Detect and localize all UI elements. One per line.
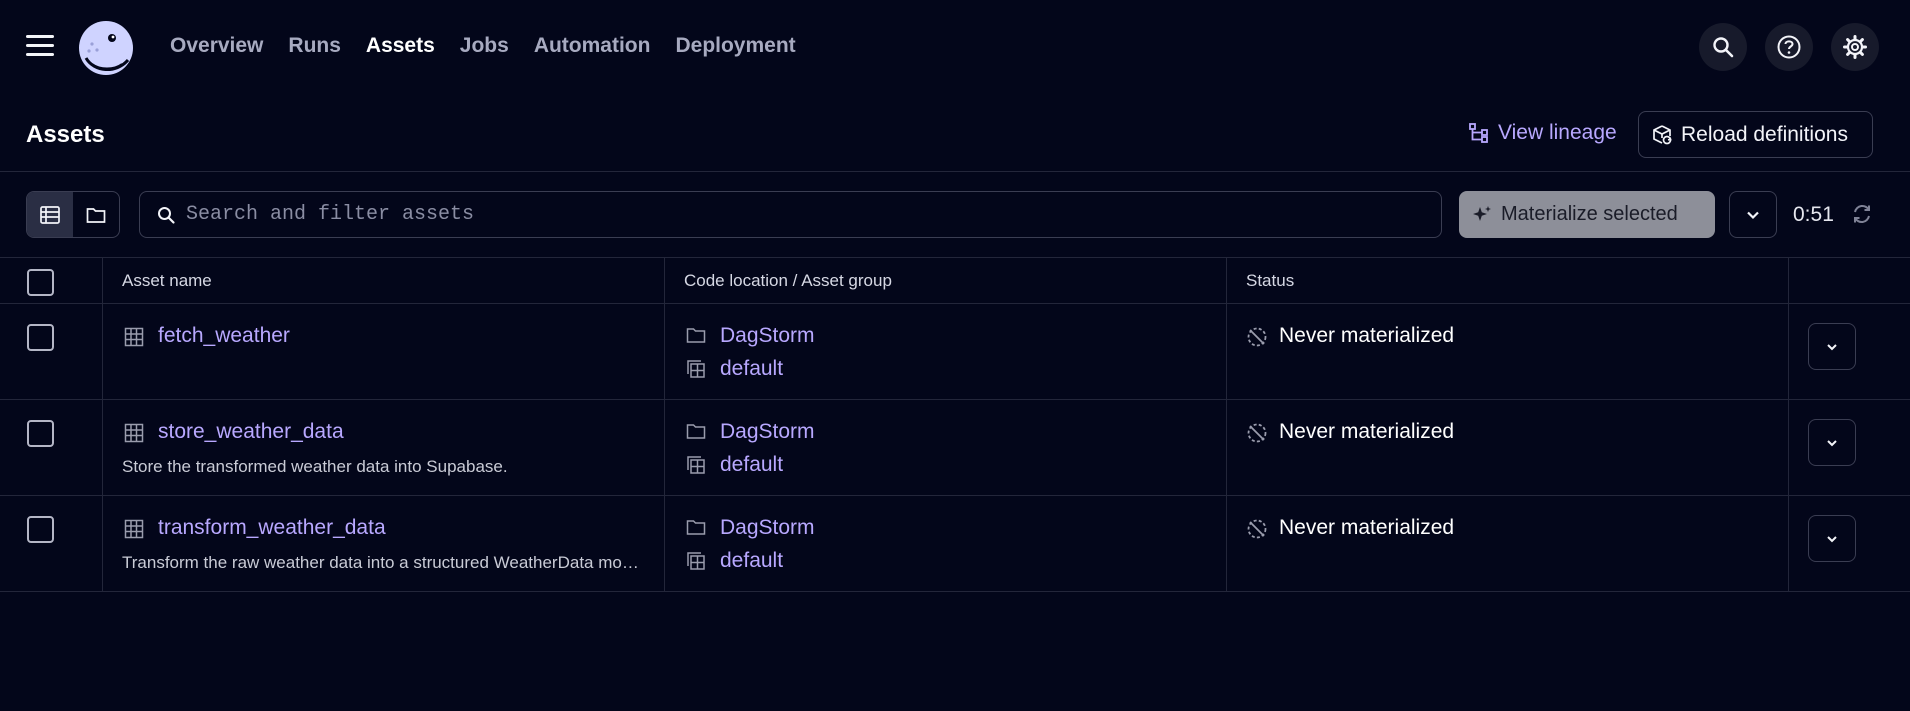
column-divider: [102, 257, 103, 592]
column-header-status[interactable]: Status: [1246, 271, 1294, 291]
search-icon: [158, 206, 175, 224]
folder-view-button[interactable]: [73, 192, 119, 237]
asset-description: Transform the raw weather data into a st…: [122, 553, 647, 572]
asset-name-link[interactable]: transform_weather_data: [158, 516, 386, 540]
never-materialized-icon: [1247, 327, 1267, 347]
reload-definitions-label: Reload definitions: [1681, 122, 1848, 146]
chevron-down-icon: [1827, 343, 1837, 350]
asset-group-icon: [687, 552, 705, 570]
never-materialized-icon: [1247, 519, 1267, 539]
code-location-link[interactable]: DagStorm: [720, 420, 815, 444]
dagster-logo[interactable]: [78, 20, 134, 76]
asset-group-link[interactable]: default: [720, 453, 783, 477]
table-icon: [124, 423, 144, 443]
table-icon: [124, 327, 144, 347]
settings-button[interactable]: [1831, 23, 1879, 71]
view-lineage-label: View lineage: [1498, 121, 1617, 144]
row-actions-button[interactable]: [1808, 323, 1856, 370]
reload-definitions-icon: [1653, 124, 1672, 144]
nav-automation[interactable]: Automation: [534, 34, 651, 58]
asset-group-icon: [687, 456, 705, 474]
row-divider: [0, 303, 1910, 304]
status-text: Never materialized: [1279, 324, 1455, 347]
folder-icon: [686, 424, 706, 439]
refresh-icon[interactable]: [1851, 203, 1873, 225]
column-header-code-location[interactable]: Code location / Asset group: [684, 271, 892, 291]
search-icon: [1713, 37, 1734, 58]
asset-name-link[interactable]: fetch_weather: [158, 324, 290, 348]
help-icon: [1777, 35, 1801, 59]
asset-description: Store the transformed weather data into …: [122, 457, 508, 476]
row-divider: [0, 399, 1910, 400]
status-text: Never materialized: [1279, 420, 1455, 443]
nav-jobs[interactable]: Jobs: [460, 34, 509, 58]
materialize-options-button[interactable]: [1729, 191, 1777, 238]
toolbar-divider: [0, 257, 1910, 258]
row-checkbox[interactable]: [27, 420, 54, 447]
asset-group-icon: [687, 360, 705, 378]
header-divider: [0, 171, 1910, 172]
help-button[interactable]: [1765, 23, 1813, 71]
chevron-down-icon: [1827, 439, 1837, 446]
row-checkbox[interactable]: [27, 324, 54, 351]
select-all-checkbox[interactable]: [27, 269, 54, 296]
refresh-timer: 0:51: [1793, 203, 1834, 226]
code-location-link[interactable]: DagStorm: [720, 516, 815, 540]
top-nav: Overview Runs Assets Jobs Automation Dep…: [0, 0, 1910, 94]
column-header-asset-name[interactable]: Asset name: [122, 271, 212, 291]
folder-icon: [686, 520, 706, 535]
chevron-down-icon: [1827, 535, 1837, 542]
code-location-link[interactable]: DagStorm: [720, 324, 815, 348]
nav-assets[interactable]: Assets: [366, 34, 435, 58]
main-nav: Overview Runs Assets Jobs Automation Dep…: [170, 34, 796, 58]
row-actions-button[interactable]: [1808, 515, 1856, 562]
column-divider: [1788, 257, 1789, 592]
row-checkbox[interactable]: [27, 516, 54, 543]
asset-group-link[interactable]: default: [720, 357, 783, 381]
table-icon: [124, 519, 144, 539]
page-title: Assets: [26, 121, 105, 148]
gear-icon: [1843, 35, 1867, 59]
row-divider: [0, 591, 1910, 592]
folder-icon: [86, 207, 106, 223]
never-materialized-icon: [1247, 423, 1267, 443]
view-lineage-link[interactable]: View lineage: [1468, 121, 1617, 145]
table-view-icon: [40, 205, 60, 224]
sparkle-icon: [1473, 205, 1491, 221]
search-input[interactable]: [186, 203, 1386, 226]
asset-group-link[interactable]: default: [720, 549, 783, 573]
status-text: Never materialized: [1279, 516, 1455, 539]
chevron-down-icon: [1747, 211, 1759, 219]
column-divider: [664, 257, 665, 592]
asset-search: [139, 191, 1442, 238]
reload-definitions-button[interactable]: Reload definitions: [1638, 111, 1873, 158]
nav-deployment[interactable]: Deployment: [675, 34, 795, 58]
nav-runs[interactable]: Runs: [288, 34, 341, 58]
column-divider: [1226, 257, 1227, 592]
materialize-selected-label: Materialize selected: [1501, 203, 1678, 225]
row-actions-button[interactable]: [1808, 419, 1856, 466]
menu-icon[interactable]: [26, 35, 54, 57]
lineage-icon: [1469, 123, 1488, 143]
search-button[interactable]: [1699, 23, 1747, 71]
row-divider: [0, 495, 1910, 496]
asset-name-link[interactable]: store_weather_data: [158, 420, 344, 444]
table-view-button[interactable]: [27, 192, 73, 237]
folder-icon: [686, 328, 706, 343]
materialize-selected-button[interactable]: Materialize selected: [1459, 191, 1715, 238]
nav-overview[interactable]: Overview: [170, 34, 263, 58]
view-toggle: [26, 191, 120, 238]
